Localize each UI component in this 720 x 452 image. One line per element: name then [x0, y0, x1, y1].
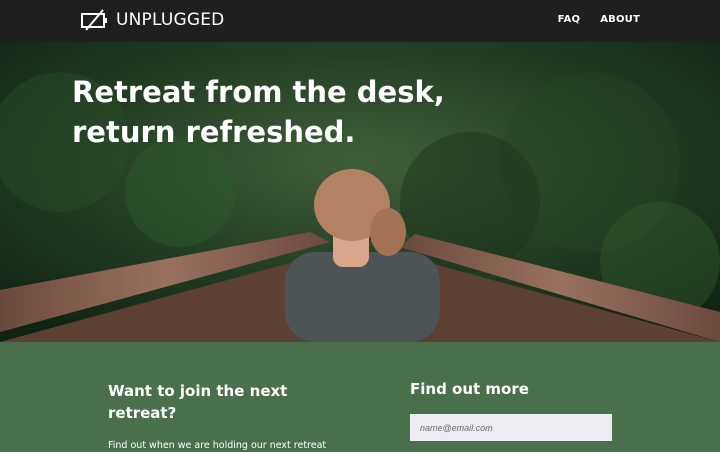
battery-slash-icon: [80, 9, 110, 31]
signup-section: Want to join the next retreat? Find out …: [0, 342, 720, 451]
nav-about-link[interactable]: ABOUT: [600, 14, 640, 25]
email-input[interactable]: [410, 414, 612, 441]
hero-banner: Retreat from the desk, return refreshed.: [0, 42, 720, 342]
brand-logo[interactable]: UNPLUGGED: [80, 9, 224, 31]
nav-faq-link[interactable]: FAQ: [558, 14, 581, 25]
hero-title: Retreat from the desk, return refreshed.: [72, 75, 445, 149]
brand-name: UNPLUGGED: [116, 10, 225, 30]
nav-links: FAQ ABOUT: [558, 14, 640, 25]
join-text: Find out when we are holding our next re…: [108, 440, 327, 451]
join-title: Want to join the next retreat?: [108, 382, 288, 422]
find-title: Find out more: [410, 380, 529, 398]
top-navigation: UNPLUGGED FAQ ABOUT: [0, 0, 720, 42]
